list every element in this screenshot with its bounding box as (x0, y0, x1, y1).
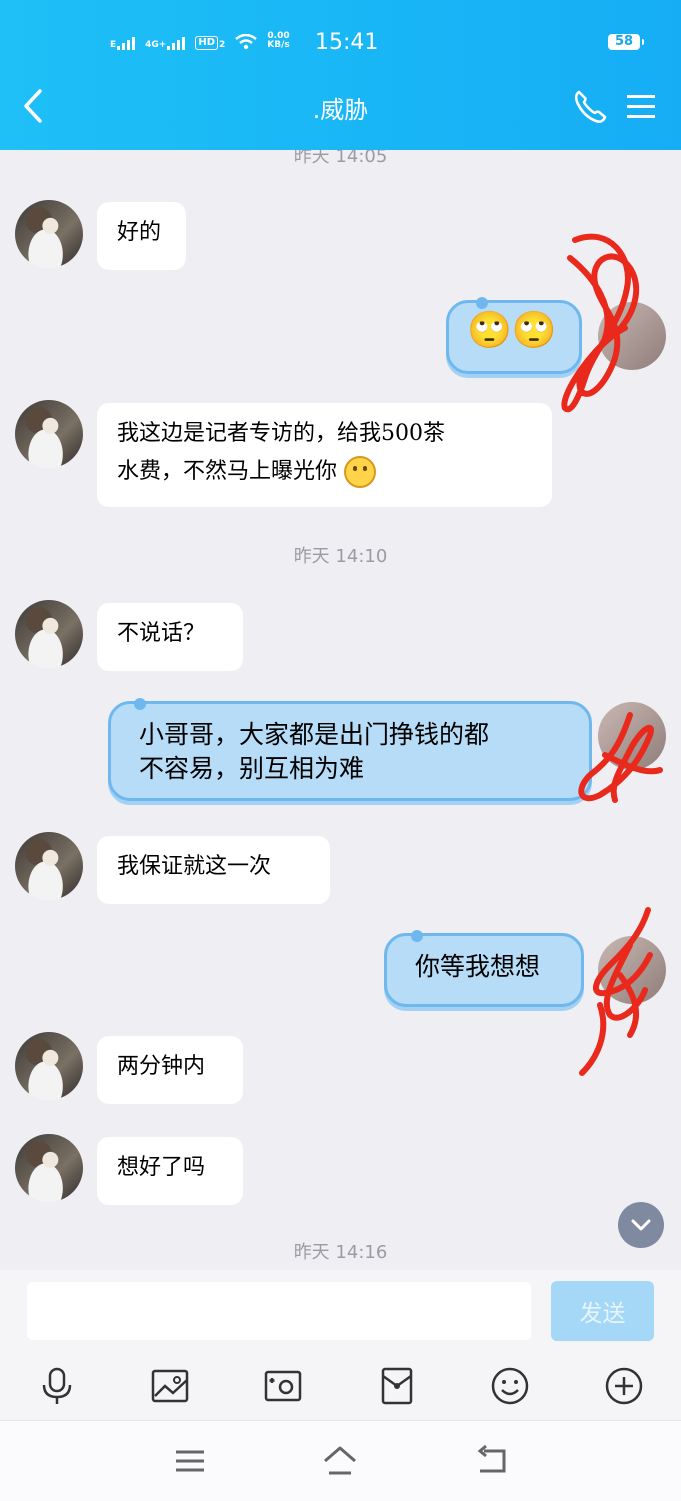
signal-icon (117, 36, 136, 50)
incoming-message[interactable]: 好的 (97, 202, 186, 270)
emoji-icon[interactable] (490, 1366, 530, 1406)
message-list[interactable]: 昨天 14:05 好的 🙄🙄 我这边是记者专访的，给我500茶 水费，不然马上曝… (0, 150, 681, 1270)
wifi-icon (235, 34, 258, 50)
smile-emoji-icon (344, 456, 377, 488)
home-icon[interactable] (322, 1443, 358, 1479)
incoming-message[interactable]: 想好了吗 (97, 1137, 243, 1205)
my-avatar[interactable] (598, 936, 666, 1004)
battery-icon: 58 (608, 34, 644, 50)
outgoing-message[interactable]: 你等我想想 (384, 933, 584, 1007)
message-line: 不容易，别互相为难 (139, 754, 365, 783)
scroll-to-bottom-button[interactable] (618, 1202, 664, 1248)
contact-avatar[interactable] (15, 200, 83, 268)
bubble-decoration (411, 930, 423, 942)
timestamp: 昨天 14:16 (293, 1242, 388, 1263)
timestamp: 昨天 14:10 (293, 546, 388, 567)
message-input[interactable] (27, 1282, 531, 1340)
image-icon[interactable] (150, 1366, 190, 1406)
bubble-decoration (476, 297, 488, 309)
incoming-message[interactable]: 我保证就这一次 (97, 836, 330, 904)
network-e-label: E (110, 40, 117, 50)
my-avatar[interactable] (598, 702, 666, 770)
network-indicators: E 4G+ HD 2 0.00 KB/s (110, 32, 290, 50)
net-speed: 0.00 KB/s (267, 31, 290, 50)
recent-apps-icon[interactable] (172, 1443, 208, 1479)
incoming-message[interactable]: 我这边是记者专访的，给我500茶 水费，不然马上曝光你 (97, 403, 552, 507)
menu-icon[interactable] (625, 92, 657, 120)
hd-sub: 2 (219, 40, 226, 50)
composer: 发送 (0, 1270, 681, 1420)
send-button[interactable]: 发送 (551, 1281, 654, 1341)
microphone-icon[interactable] (37, 1366, 77, 1406)
contact-avatar[interactable] (15, 400, 83, 468)
network-4g-label: 4G+ (145, 40, 167, 50)
outgoing-message[interactable]: 小哥哥，大家都是出门挣钱的都 不容易，别互相为难 (108, 701, 592, 801)
incoming-message[interactable]: 不说话？ (97, 603, 243, 671)
my-avatar[interactable] (598, 302, 666, 370)
back-nav-icon[interactable] (474, 1443, 510, 1479)
incoming-message[interactable]: 两分钟内 (97, 1036, 243, 1104)
message-line: 我这边是记者专访的，给我500茶 (117, 421, 445, 446)
phone-icon[interactable] (572, 88, 608, 124)
chevron-down-icon (631, 1219, 651, 1231)
message-line: 小哥哥，大家都是出门挣钱的都 (139, 720, 490, 749)
camera-icon[interactable] (263, 1366, 303, 1406)
red-packet-icon[interactable] (377, 1366, 417, 1406)
hd-voice-badge: HD (195, 36, 219, 50)
status-bar: E 4G+ HD 2 0.00 KB/s 15:41 58 (0, 28, 681, 60)
message-line: 水费，不然马上曝光你 (117, 459, 338, 484)
clock: 15:41 (315, 30, 379, 55)
system-nav-bar (0, 1420, 681, 1501)
contact-avatar[interactable] (15, 832, 83, 900)
chat-header: E 4G+ HD 2 0.00 KB/s 15:41 58 .威胁 (0, 0, 681, 150)
bubble-decoration (134, 698, 146, 710)
contact-avatar[interactable] (15, 1032, 83, 1100)
outgoing-message[interactable]: 🙄🙄 (446, 300, 582, 374)
timestamp: 昨天 14:05 (293, 150, 388, 167)
signal-icon-2 (167, 36, 186, 50)
contact-avatar[interactable] (15, 600, 83, 668)
plus-icon[interactable] (604, 1366, 644, 1406)
rolling-eyes-emoji-icon: 🙄🙄 (467, 310, 557, 351)
contact-avatar[interactable] (15, 1134, 83, 1202)
